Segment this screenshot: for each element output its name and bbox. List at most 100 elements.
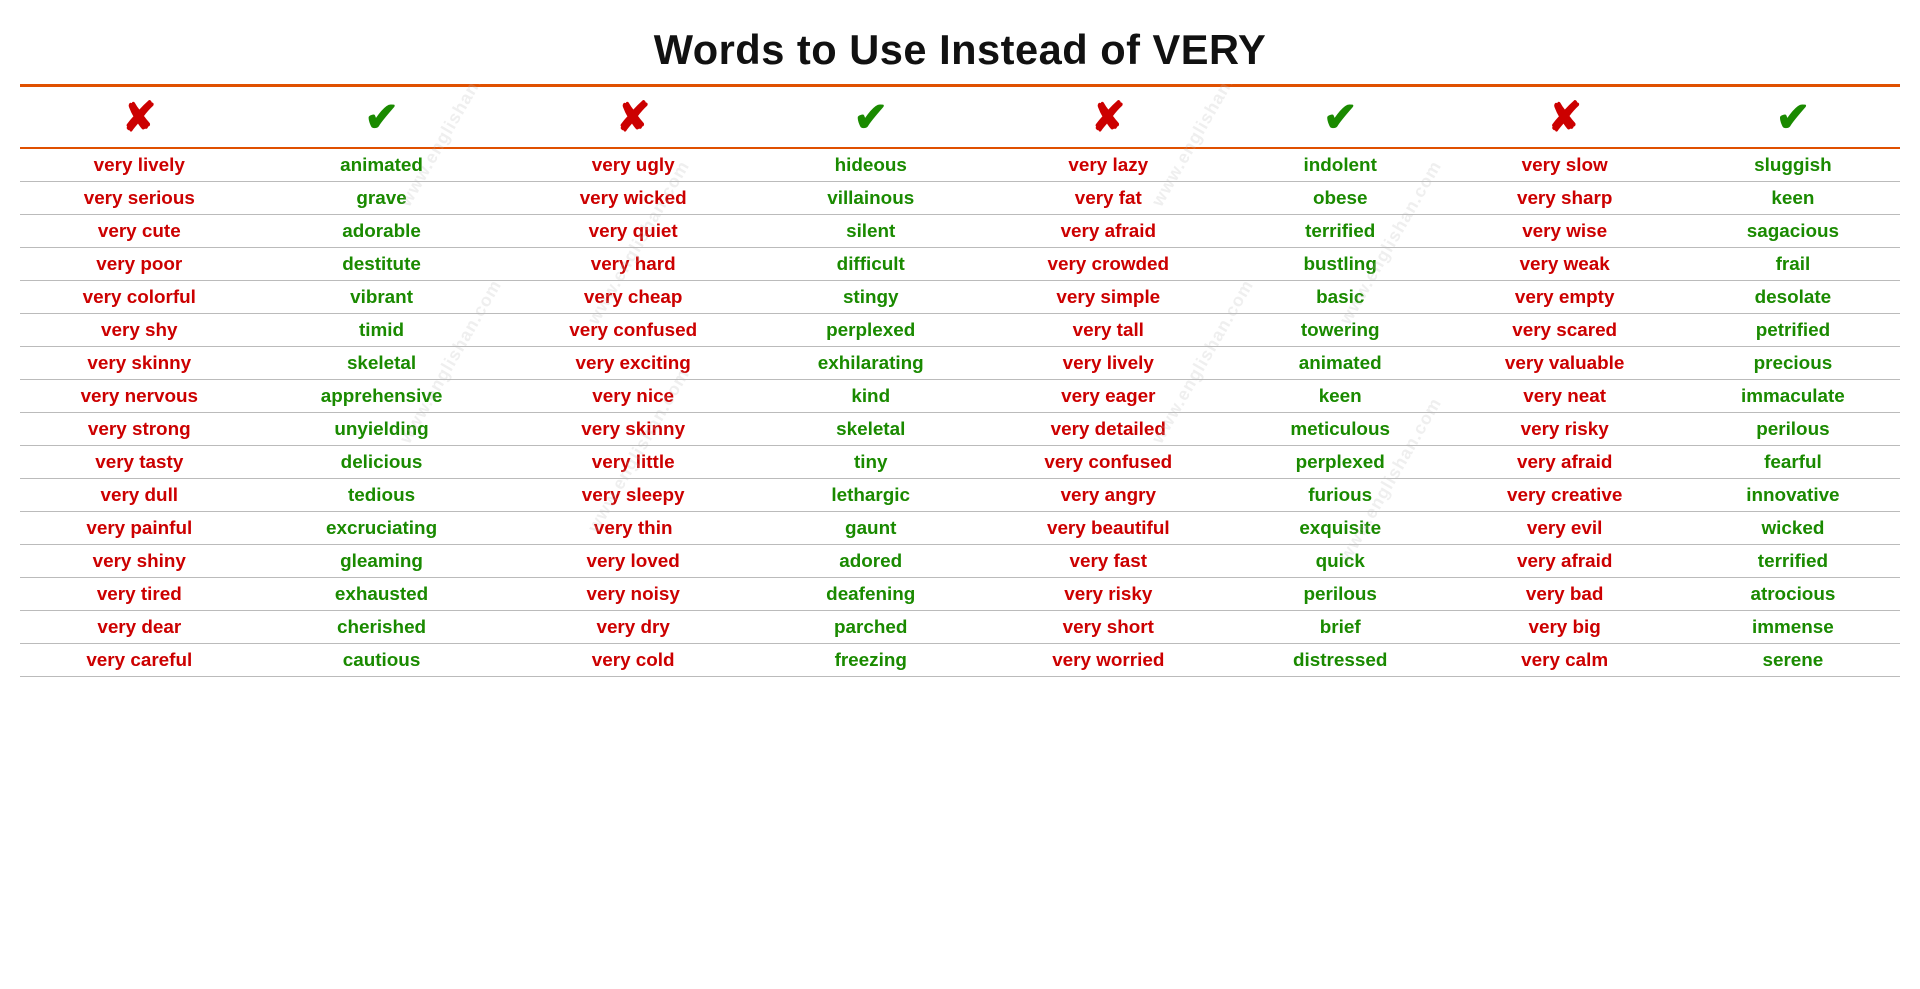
table-cell: very quiet (505, 215, 762, 248)
right-icon-2: ✔ (854, 94, 888, 140)
table-cell: petrified (1686, 314, 1900, 347)
table-cell: very bad (1444, 578, 1686, 611)
table-cell: very valuable (1444, 347, 1686, 380)
col-header-8: ✔ (1686, 86, 1900, 149)
col-header-3: ✘ (505, 86, 762, 149)
table-cell: keen (1237, 380, 1444, 413)
table-cell: tedious (259, 479, 505, 512)
table-cell: deafening (762, 578, 980, 611)
table-cell: very wicked (505, 182, 762, 215)
table-cell: very simple (980, 281, 1237, 314)
table-cell: very creative (1444, 479, 1686, 512)
table-cell: very ugly (505, 148, 762, 182)
table-cell: perplexed (1237, 446, 1444, 479)
table-cell: freezing (762, 644, 980, 677)
table-cell: very tasty (20, 446, 259, 479)
table-cell: desolate (1686, 281, 1900, 314)
wrong-icon-4: ✘ (1548, 94, 1582, 140)
table-cell: very weak (1444, 248, 1686, 281)
table-cell: skeletal (762, 413, 980, 446)
col-header-7: ✘ (1444, 86, 1686, 149)
table-cell: cautious (259, 644, 505, 677)
table-cell: adored (762, 545, 980, 578)
table-cell: very cute (20, 215, 259, 248)
table-cell: excruciating (259, 512, 505, 545)
table-cell: meticulous (1237, 413, 1444, 446)
table-cell: distressed (1237, 644, 1444, 677)
table-cell: very confused (980, 446, 1237, 479)
table-header: ✘ ✔ ✘ ✔ ✘ ✔ ✘ ✔ (20, 86, 1900, 149)
table-row: very livelyanimatedvery uglyhideousvery … (20, 148, 1900, 182)
table-cell: brief (1237, 611, 1444, 644)
table-cell: frail (1686, 248, 1900, 281)
table-row: very dearcherishedvery dryparchedvery sh… (20, 611, 1900, 644)
table-cell: very little (505, 446, 762, 479)
col-header-6: ✔ (1237, 86, 1444, 149)
word-table: ✘ ✔ ✘ ✔ ✘ ✔ ✘ ✔ very livelyanimatedvery … (20, 84, 1900, 677)
table-cell: very poor (20, 248, 259, 281)
table-cell: very scared (1444, 314, 1686, 347)
table-cell: very serious (20, 182, 259, 215)
table-cell: gleaming (259, 545, 505, 578)
table-cell: wicked (1686, 512, 1900, 545)
table-cell: very careful (20, 644, 259, 677)
table-cell: very short (980, 611, 1237, 644)
right-icon-1: ✔ (364, 94, 398, 140)
table-cell: perplexed (762, 314, 980, 347)
table-cell: animated (1237, 347, 1444, 380)
table-cell: gaunt (762, 512, 980, 545)
table-cell: exquisite (1237, 512, 1444, 545)
table-cell: very detailed (980, 413, 1237, 446)
table-row: very cuteadorablevery quietsilentvery af… (20, 215, 1900, 248)
table-cell: very fast (980, 545, 1237, 578)
table-cell: lethargic (762, 479, 980, 512)
table-cell: very exciting (505, 347, 762, 380)
table-cell: very thin (505, 512, 762, 545)
table-cell: very hard (505, 248, 762, 281)
table-cell: very worried (980, 644, 1237, 677)
table-cell: very crowded (980, 248, 1237, 281)
table-cell: difficult (762, 248, 980, 281)
table-cell: very risky (1444, 413, 1686, 446)
table-cell: atrocious (1686, 578, 1900, 611)
col-header-5: ✘ (980, 86, 1237, 149)
table-cell: fearful (1686, 446, 1900, 479)
table-cell: obese (1237, 182, 1444, 215)
table-cell: very nice (505, 380, 762, 413)
table-cell: animated (259, 148, 505, 182)
table-cell: quick (1237, 545, 1444, 578)
table-row: very tiredexhaustedvery noisydeafeningve… (20, 578, 1900, 611)
table-cell: hideous (762, 148, 980, 182)
table-cell: very shy (20, 314, 259, 347)
table-row: very nervousapprehensivevery nicekindver… (20, 380, 1900, 413)
wrong-icon-3: ✘ (1091, 94, 1125, 140)
table-cell: very noisy (505, 578, 762, 611)
table-cell: very sleepy (505, 479, 762, 512)
table-cell: very skinny (20, 347, 259, 380)
table-cell: very loved (505, 545, 762, 578)
table-cell: very confused (505, 314, 762, 347)
wrong-icon-2: ✘ (616, 94, 650, 140)
table-row: very tastydeliciousvery littletinyvery c… (20, 446, 1900, 479)
table-cell: immense (1686, 611, 1900, 644)
table-cell: very wise (1444, 215, 1686, 248)
table-cell: very lively (20, 148, 259, 182)
table-cell: tiny (762, 446, 980, 479)
table-cell: basic (1237, 281, 1444, 314)
table-cell: silent (762, 215, 980, 248)
table-cell: very skinny (505, 413, 762, 446)
table-cell: indolent (1237, 148, 1444, 182)
table-cell: very dull (20, 479, 259, 512)
table-cell: adorable (259, 215, 505, 248)
table-cell: bustling (1237, 248, 1444, 281)
table-cell: furious (1237, 479, 1444, 512)
table-row: very strongunyieldingvery skinnyskeletal… (20, 413, 1900, 446)
table-body: very livelyanimatedvery uglyhideousvery … (20, 148, 1900, 677)
table-cell: very shiny (20, 545, 259, 578)
table-cell: very fat (980, 182, 1237, 215)
table-cell: kind (762, 380, 980, 413)
table-cell: very evil (1444, 512, 1686, 545)
table-row: very painfulexcruciatingvery thingauntve… (20, 512, 1900, 545)
table-row: very shytimidvery confusedperplexedvery … (20, 314, 1900, 347)
table-cell: very lively (980, 347, 1237, 380)
